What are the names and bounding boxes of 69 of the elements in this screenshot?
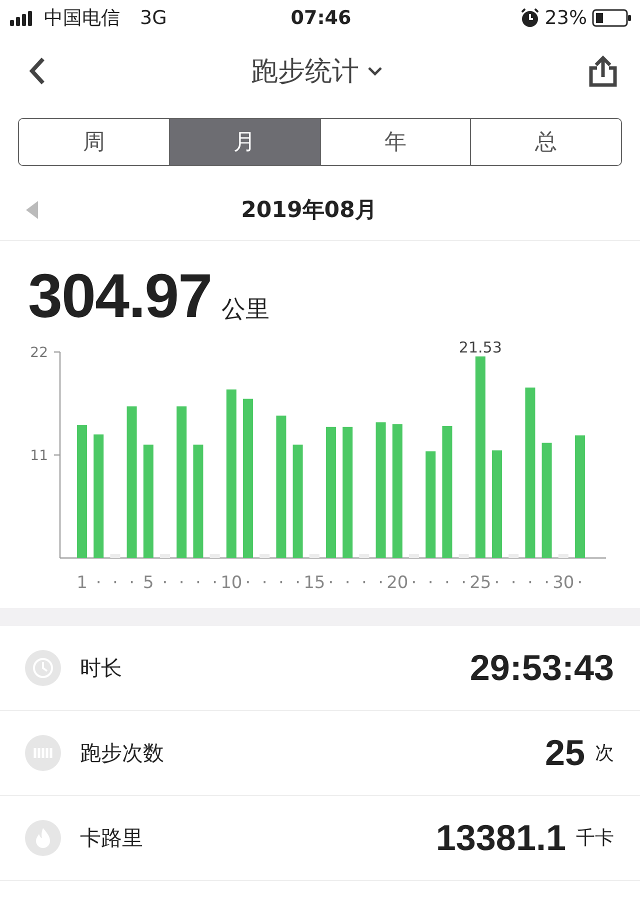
x-tick-label: ·: [245, 573, 251, 593]
x-tick-label: ·: [444, 573, 450, 593]
status-time: 07:46: [290, 7, 352, 29]
x-tick-label: ·: [178, 573, 184, 593]
title-dropdown[interactable]: 跑步统计: [251, 53, 383, 89]
empty-bar: [309, 554, 320, 558]
distance-unit: 公里: [222, 294, 270, 325]
empty-bar: [160, 554, 170, 558]
stat-label: 卡路里: [80, 825, 144, 852]
x-tick-label: ·: [528, 573, 533, 593]
x-tick-label: ·: [196, 573, 201, 593]
y-tick-label: 22: [30, 345, 48, 361]
x-tick-label: ·: [544, 573, 550, 593]
x-tick-label: 15: [304, 573, 326, 593]
y-tick-label: 11: [30, 448, 48, 464]
x-tick-label: ·: [428, 573, 434, 593]
x-tick-label: ·: [112, 573, 118, 593]
x-tick-label: ·: [494, 573, 500, 593]
battery-percent: 23%: [544, 7, 588, 29]
period-label: 2019年08月: [240, 197, 378, 225]
empty-bar: [110, 554, 120, 558]
clock-icon: [24, 649, 62, 687]
stat-unit: 千卡: [576, 826, 614, 851]
x-tick-label: ·: [510, 573, 516, 593]
bar-value-label: 21.53: [458, 338, 502, 356]
x-tick-label: ·: [262, 573, 268, 593]
x-tick-label: ·: [129, 573, 134, 593]
alarm-icon: [520, 8, 540, 28]
empty-bar: [409, 554, 419, 558]
network-type: 3G: [140, 7, 167, 29]
x-tick-label: ·: [278, 573, 284, 593]
chevron-down-icon: [367, 66, 383, 76]
x-tick-label: 25: [470, 573, 492, 593]
carrier-name: 中国电信: [44, 6, 120, 31]
x-tick-label: ·: [378, 573, 384, 593]
stat-label: 时长: [80, 655, 123, 682]
stat-label: 跑步次数: [80, 740, 165, 767]
total-distance: 304.97: [28, 261, 212, 332]
x-tick-label: ·: [362, 573, 367, 593]
x-tick-label: 5: [142, 573, 154, 593]
x-tick-label: 30: [552, 573, 574, 593]
x-tick-label: ·: [96, 573, 102, 593]
x-tick-label: ·: [344, 573, 350, 593]
x-tick-label: ·: [328, 573, 334, 593]
x-tick-label: ·: [461, 573, 466, 593]
x-tick-label: ·: [411, 573, 417, 593]
empty-bar: [508, 554, 519, 558]
x-tick-label: ·: [295, 573, 300, 593]
share-icon[interactable]: [588, 55, 618, 87]
empty-bar: [260, 554, 270, 558]
stat-value: 13381.1: [436, 817, 566, 859]
x-tick-label: 10: [220, 573, 242, 593]
stat-value: 29:53:43: [470, 647, 614, 689]
back-icon[interactable]: [28, 57, 46, 85]
x-tick-label: ·: [162, 573, 168, 593]
battery-icon: [592, 8, 632, 28]
empty-bar: [458, 554, 469, 558]
x-tick-label: ·: [577, 573, 583, 593]
x-tick-label: ·: [212, 573, 218, 593]
empty-bar: [210, 554, 220, 558]
x-tick-label: 1: [76, 573, 88, 593]
empty-bar: [558, 554, 568, 558]
stat-unit: 次: [595, 741, 614, 766]
period-tab[interactable]: 月: [170, 119, 320, 165]
stat-value: 25: [544, 732, 585, 774]
x-tick-label: 20: [386, 573, 408, 593]
flame-icon: [24, 819, 62, 857]
empty-bar: [359, 554, 370, 558]
period-tab[interactable]: 周: [19, 119, 170, 165]
